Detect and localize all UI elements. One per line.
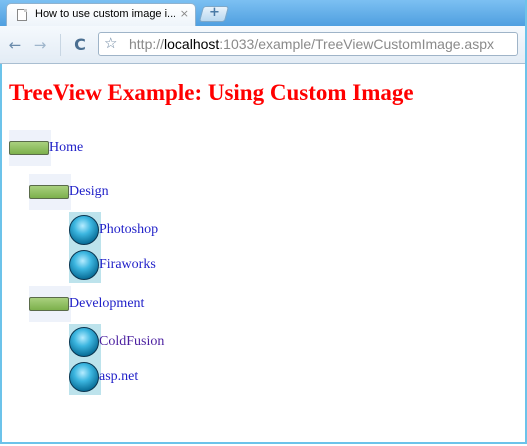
tree-node-photoshop[interactable]: Photoshop xyxy=(69,212,158,248)
tab-strip: How to use custom image i... × + xyxy=(0,0,525,26)
close-icon[interactable]: × xyxy=(180,7,189,20)
blue-ball-icon xyxy=(69,362,99,392)
reload-button[interactable]: C xyxy=(70,35,90,55)
tree-node-development[interactable]: Development xyxy=(29,286,144,322)
tree-node-label[interactable]: Home xyxy=(49,140,83,156)
plus-icon: + xyxy=(208,5,220,20)
star-icon[interactable]: ☆ xyxy=(104,34,117,52)
tree-node-fireworks[interactable]: Firaworks xyxy=(69,247,156,283)
tab-title: How to use custom image i... xyxy=(35,8,175,20)
url-text: http://localhost:1033/example/TreeViewCu… xyxy=(129,36,494,52)
tree-node-aspnet[interactable]: asp.net xyxy=(69,359,138,395)
back-button[interactable]: ← xyxy=(5,35,25,55)
page-icon xyxy=(17,9,27,21)
url-host: localhost xyxy=(164,36,220,52)
blue-ball-icon xyxy=(69,327,99,357)
browser-toolbar: ← → C ☆ http://localhost:1033/example/Tr… xyxy=(0,26,525,64)
tree-node-label[interactable]: asp.net xyxy=(99,369,138,385)
tree-node-label[interactable]: Design xyxy=(69,184,109,200)
tree-node-label[interactable]: Firaworks xyxy=(99,257,156,273)
green-bar-icon xyxy=(29,185,69,199)
url-scheme: http:// xyxy=(129,36,165,52)
green-bar-icon xyxy=(9,141,49,155)
blue-ball-icon xyxy=(69,215,99,245)
tree-node-coldfusion[interactable]: ColdFusion xyxy=(69,324,164,360)
blue-ball-icon xyxy=(69,250,99,280)
page-title: TreeView Example: Using Custom Image xyxy=(9,80,414,105)
address-bar[interactable]: ☆ http://localhost:1033/example/TreeView… xyxy=(98,32,518,56)
tree-node-design[interactable]: Design xyxy=(29,174,109,210)
forward-button[interactable]: → xyxy=(30,35,50,55)
toolbar-divider xyxy=(60,34,61,56)
green-bar-icon xyxy=(29,297,69,311)
tree-node-label[interactable]: Photoshop xyxy=(99,222,158,238)
tree-node-home[interactable]: Home xyxy=(9,130,83,166)
browser-tab[interactable]: How to use custom image i... × xyxy=(6,3,196,26)
tree-node-label[interactable]: ColdFusion xyxy=(99,334,164,350)
tree-node-label[interactable]: Development xyxy=(69,296,144,312)
new-tab-button[interactable]: + xyxy=(198,5,230,22)
url-path: :1033/example/TreeViewCustomImage.aspx xyxy=(219,36,494,52)
